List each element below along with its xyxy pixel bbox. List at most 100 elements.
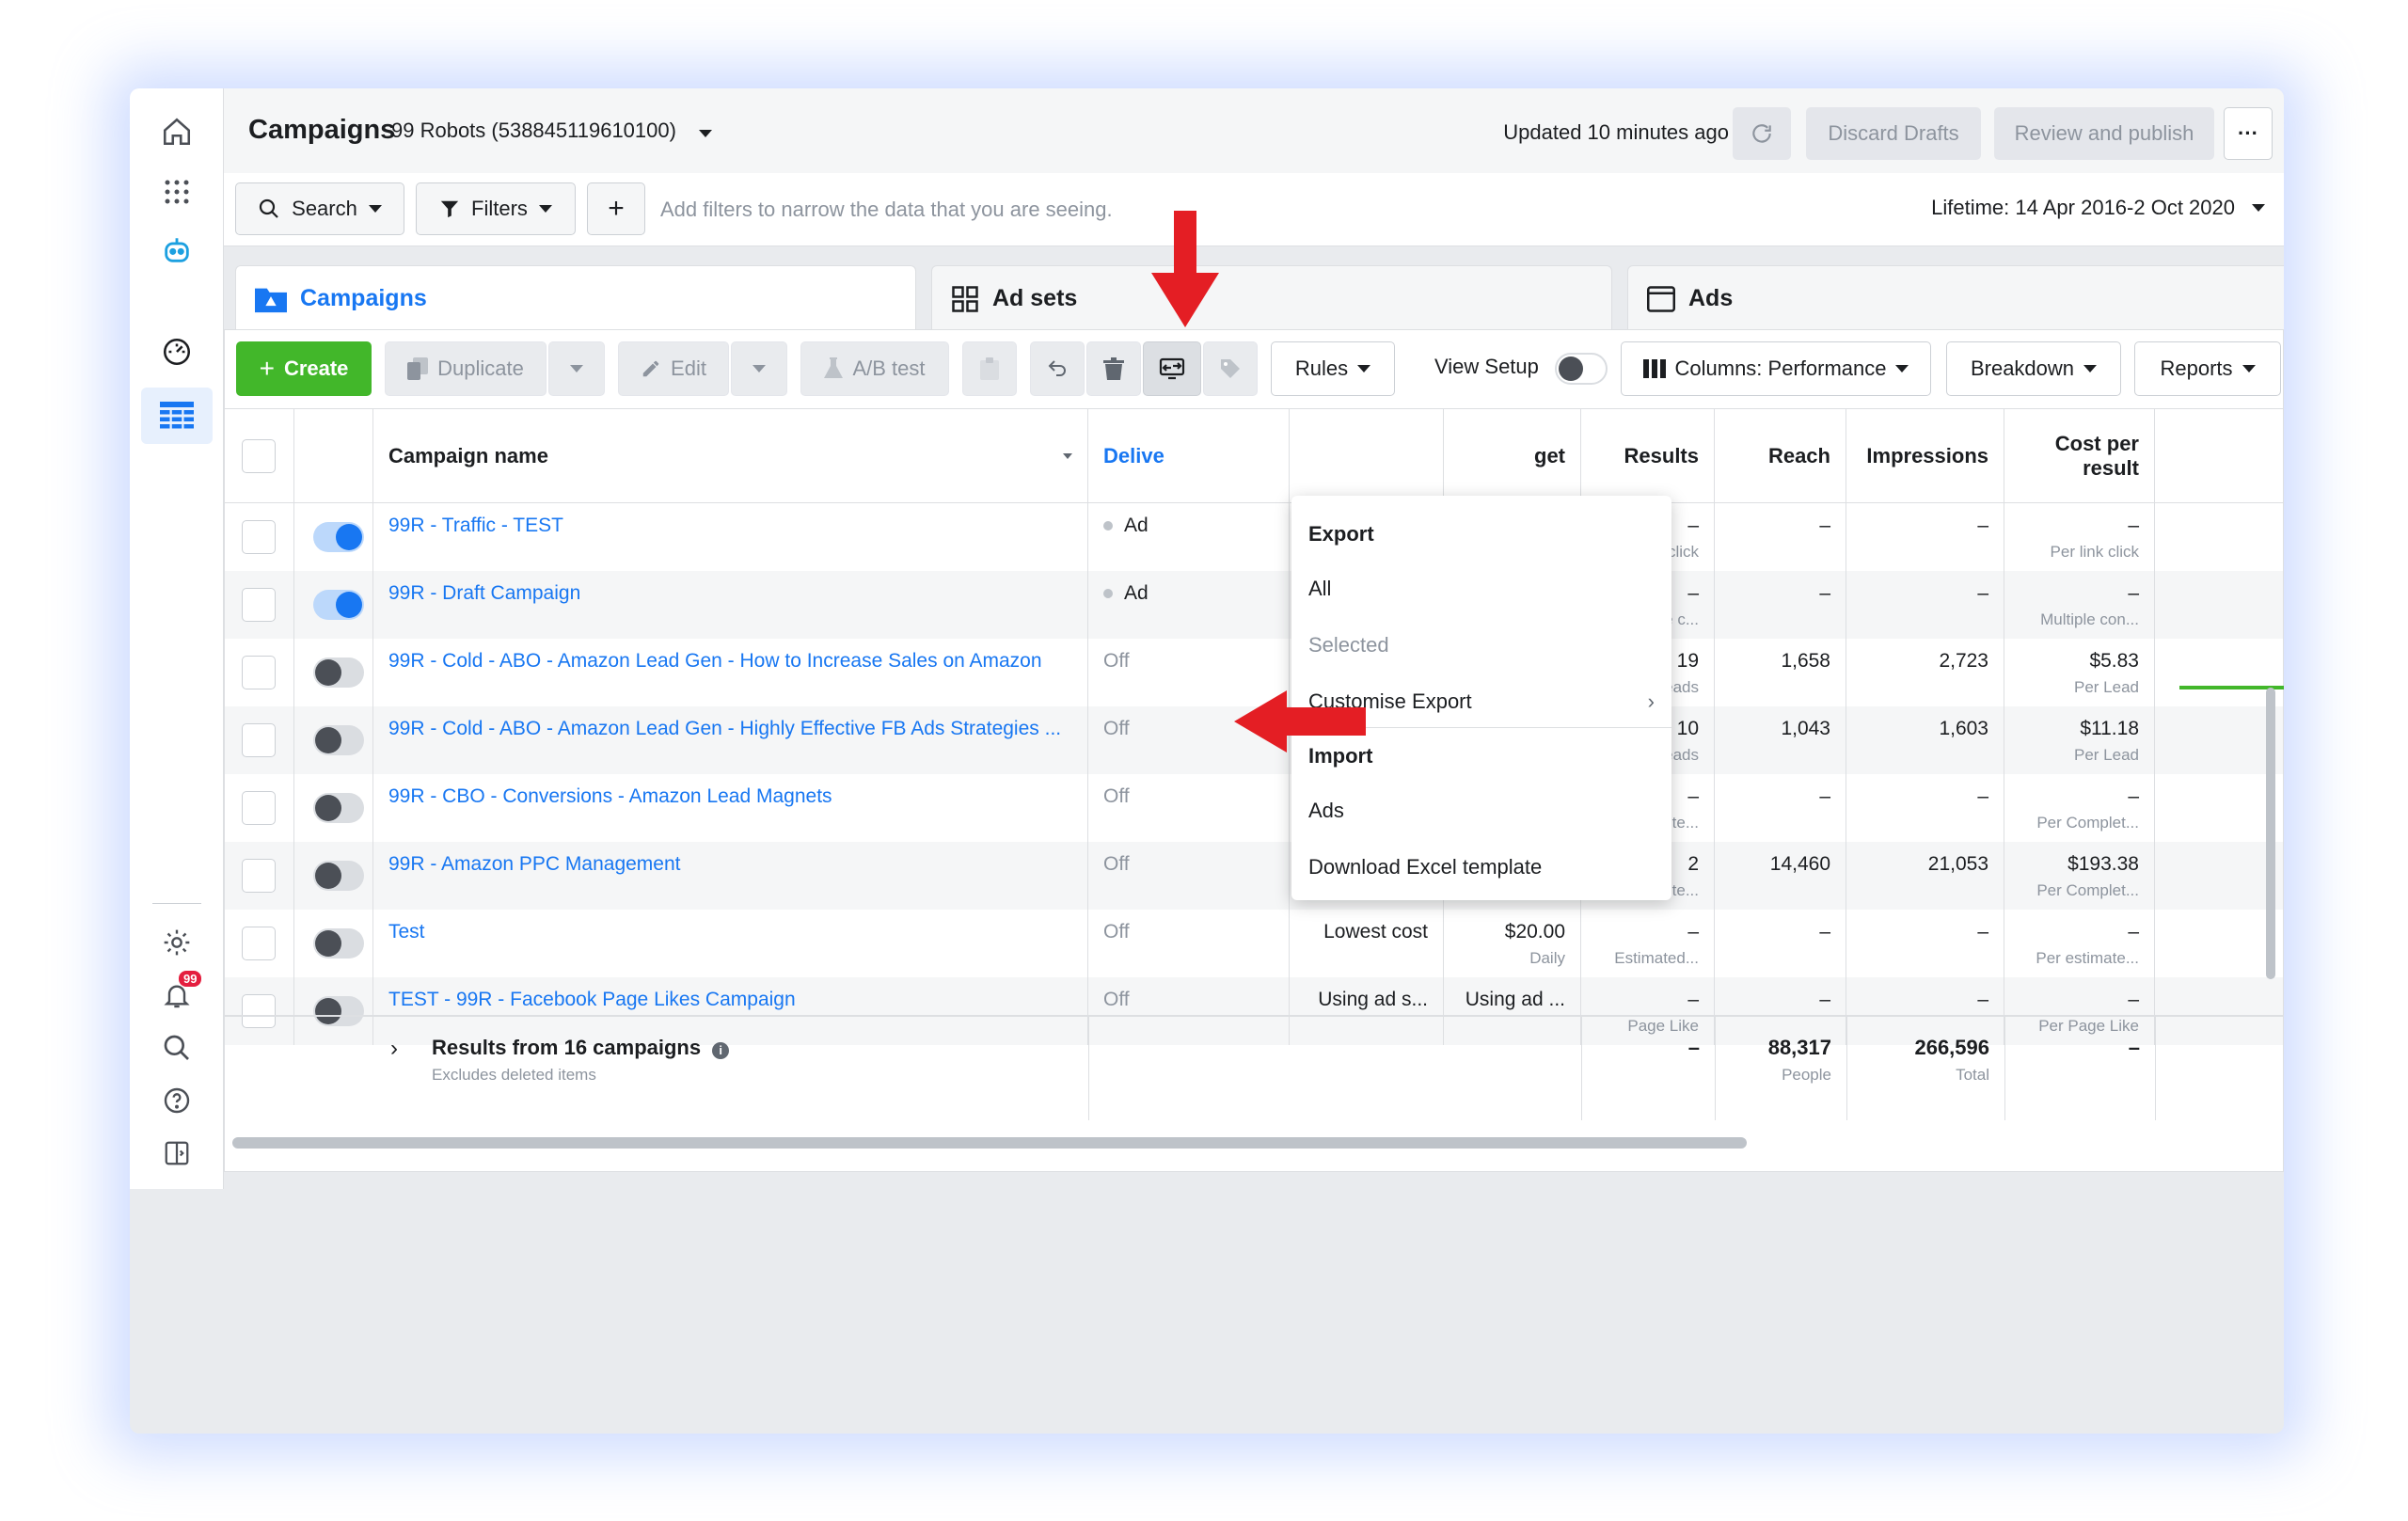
menu-item-download-template[interactable]: Download Excel template: [1308, 855, 1542, 879]
campaign-name-link[interactable]: TEST - 99R - Facebook Page Likes Campaig…: [388, 989, 1072, 1011]
summary-impressions: 266,596: [1914, 1036, 1989, 1059]
info-icon[interactable]: i: [712, 1042, 730, 1059]
toggle-column-header: [294, 409, 373, 503]
campaign-name-link[interactable]: 99R - Traffic - TEST: [388, 515, 1072, 537]
campaign-toggle[interactable]: [313, 793, 364, 823]
row-checkbox[interactable]: [242, 588, 276, 622]
breakdown-button[interactable]: Breakdown: [1946, 341, 2121, 396]
campaign-toggle[interactable]: [313, 590, 364, 620]
search-icon[interactable]: [156, 1027, 198, 1069]
campaign-toggle[interactable]: [313, 725, 364, 755]
tab-campaigns[interactable]: Campaigns: [235, 265, 916, 331]
clipboard-button[interactable]: [962, 341, 1017, 396]
panel-toggle-icon[interactable]: [156, 1133, 198, 1174]
table-row[interactable]: 99R - Draft CampaignAd–Multiple c...–––M…: [225, 571, 2283, 639]
export-import-button[interactable]: [1143, 341, 1201, 396]
edit-dropdown-button[interactable]: [731, 341, 787, 396]
campaign-name-cell: 99R - Cold - ABO - Amazon Lead Gen - Hig…: [373, 706, 1088, 774]
budget-cell: $20.00 Daily: [1444, 910, 1581, 977]
cost-per-result-cell-sub: Multiple con...: [2040, 610, 2139, 628]
row-checkbox[interactable]: [242, 520, 276, 554]
toggle-knob: [315, 930, 341, 957]
undo-button[interactable]: [1030, 341, 1085, 396]
left-sidebar: 99: [130, 88, 224, 1189]
campaign-name-cell: 99R - Amazon PPC Management: [373, 842, 1088, 910]
more-options-button[interactable]: ···: [2224, 107, 2273, 160]
table-row[interactable]: 99R - CBO - Conversions - Amazon Lead Ma…: [225, 774, 2283, 842]
duplicate-dropdown-button[interactable]: [548, 341, 605, 396]
campaign-toggle[interactable]: [313, 658, 364, 688]
rules-button[interactable]: Rules: [1271, 341, 1395, 396]
campaign-toggle[interactable]: [313, 861, 364, 891]
settings-gear-icon[interactable]: [156, 922, 198, 963]
filter-input[interactable]: Add filters to narrow the data that you …: [660, 198, 1113, 222]
bid-strategy-header[interactable]: [1290, 409, 1444, 503]
tag-button[interactable]: [1203, 341, 1258, 396]
delivery-header[interactable]: Delive: [1088, 409, 1290, 503]
campaign-name-link[interactable]: Test: [388, 921, 1072, 943]
cost-per-result-header[interactable]: Cost per result: [2004, 409, 2155, 503]
account-selector[interactable]: 99 Robots (538845119610100): [391, 119, 713, 143]
delete-button[interactable]: [1086, 341, 1141, 396]
tab-ad-sets[interactable]: Ad sets: [931, 265, 1612, 331]
menu-item-import-ads[interactable]: Ads: [1308, 799, 1344, 823]
row-checkbox[interactable]: [242, 859, 276, 893]
expand-chevron-icon[interactable]: ›: [390, 1036, 398, 1062]
ab-test-button[interactable]: A/B test: [800, 341, 949, 396]
campaign-name-header[interactable]: Campaign name: [373, 409, 1088, 503]
red-down-arrow-annotation: [1151, 211, 1219, 327]
view-setup-toggle[interactable]: [1555, 353, 1608, 385]
reach-header[interactable]: Reach: [1715, 409, 1846, 503]
performance-gauge-icon[interactable]: [156, 331, 198, 372]
date-range-picker[interactable]: Lifetime: 14 Apr 2016-2 Oct 2020: [1931, 196, 2265, 220]
review-publish-button[interactable]: Review and publish: [1994, 107, 2214, 160]
menu-item-export-all[interactable]: All: [1308, 577, 1331, 601]
campaign-name-link[interactable]: 99R - CBO - Conversions - Amazon Lead Ma…: [388, 785, 1072, 808]
tab-ads[interactable]: Ads: [1627, 265, 2284, 331]
campaigns-table-icon[interactable]: [141, 388, 213, 444]
results-cell-value: –: [1687, 515, 1699, 536]
campaign-name-link[interactable]: 99R - Draft Campaign: [388, 582, 1072, 605]
campaign-name-link[interactable]: 99R - Cold - ABO - Amazon Lead Gen - Hig…: [388, 718, 1072, 740]
add-filter-button[interactable]: +: [587, 182, 645, 235]
home-icon[interactable]: [156, 111, 198, 152]
row-checkbox[interactable]: [242, 791, 276, 825]
search-button[interactable]: Search: [235, 182, 404, 235]
notification-count-badge: 99: [179, 971, 202, 987]
notifications-bell-icon[interactable]: 99: [156, 971, 202, 1016]
campaign-toggle[interactable]: [313, 522, 364, 552]
row-checkbox[interactable]: [242, 656, 276, 689]
bid-strategy-cell-value: Lowest cost: [1323, 921, 1428, 943]
create-button[interactable]: + Create: [236, 341, 372, 396]
duplicate-button[interactable]: Duplicate: [385, 341, 547, 396]
discard-drafts-button[interactable]: Discard Drafts: [1806, 107, 1981, 160]
account-name: 99 Robots (538845119610100): [391, 119, 676, 142]
table-row[interactable]: 99R - Traffic - TESTAd–Link click–––Per …: [225, 503, 2283, 571]
apps-grid-icon[interactable]: [156, 171, 198, 213]
cost-per-result-cell-value: $193.38: [2067, 853, 2139, 875]
menu-item-export-selected[interactable]: Selected: [1308, 633, 1389, 658]
row-checkbox[interactable]: [242, 927, 276, 960]
impressions-cell-value: 21,053: [1927, 853, 1988, 875]
results-cell: – Estimated...: [1581, 910, 1715, 977]
horizontal-scrollbar[interactable]: [232, 1137, 1747, 1149]
robot-avatar-icon[interactable]: [156, 230, 198, 271]
delivery-status: Off: [1103, 853, 1130, 875]
select-all-checkbox[interactable]: [242, 439, 276, 473]
table-row[interactable]: 99R - Amazon PPC ManagementOffUsing ad s…: [225, 842, 2283, 910]
reports-button[interactable]: Reports: [2134, 341, 2281, 396]
refresh-button[interactable]: [1733, 107, 1791, 160]
vertical-scrollbar[interactable]: [2266, 688, 2275, 979]
help-icon[interactable]: [156, 1080, 198, 1121]
row-checkbox[interactable]: [242, 723, 276, 757]
edit-button[interactable]: Edit: [618, 341, 729, 396]
results-header[interactable]: Results: [1581, 409, 1715, 503]
campaign-name-link[interactable]: 99R - Cold - ABO - Amazon Lead Gen - How…: [388, 650, 1072, 673]
campaign-name-link[interactable]: 99R - Amazon PPC Management: [388, 853, 1072, 876]
table-row[interactable]: Test Off Lowest cost $20.00 Daily – Estimated.…: [225, 910, 2283, 977]
impressions-header[interactable]: Impressions: [1846, 409, 2004, 503]
filters-button[interactable]: Filters: [416, 182, 576, 235]
campaign-toggle[interactable]: [313, 928, 364, 959]
columns-button[interactable]: Columns: Performance: [1621, 341, 1931, 396]
budget-header[interactable]: get: [1444, 409, 1581, 503]
